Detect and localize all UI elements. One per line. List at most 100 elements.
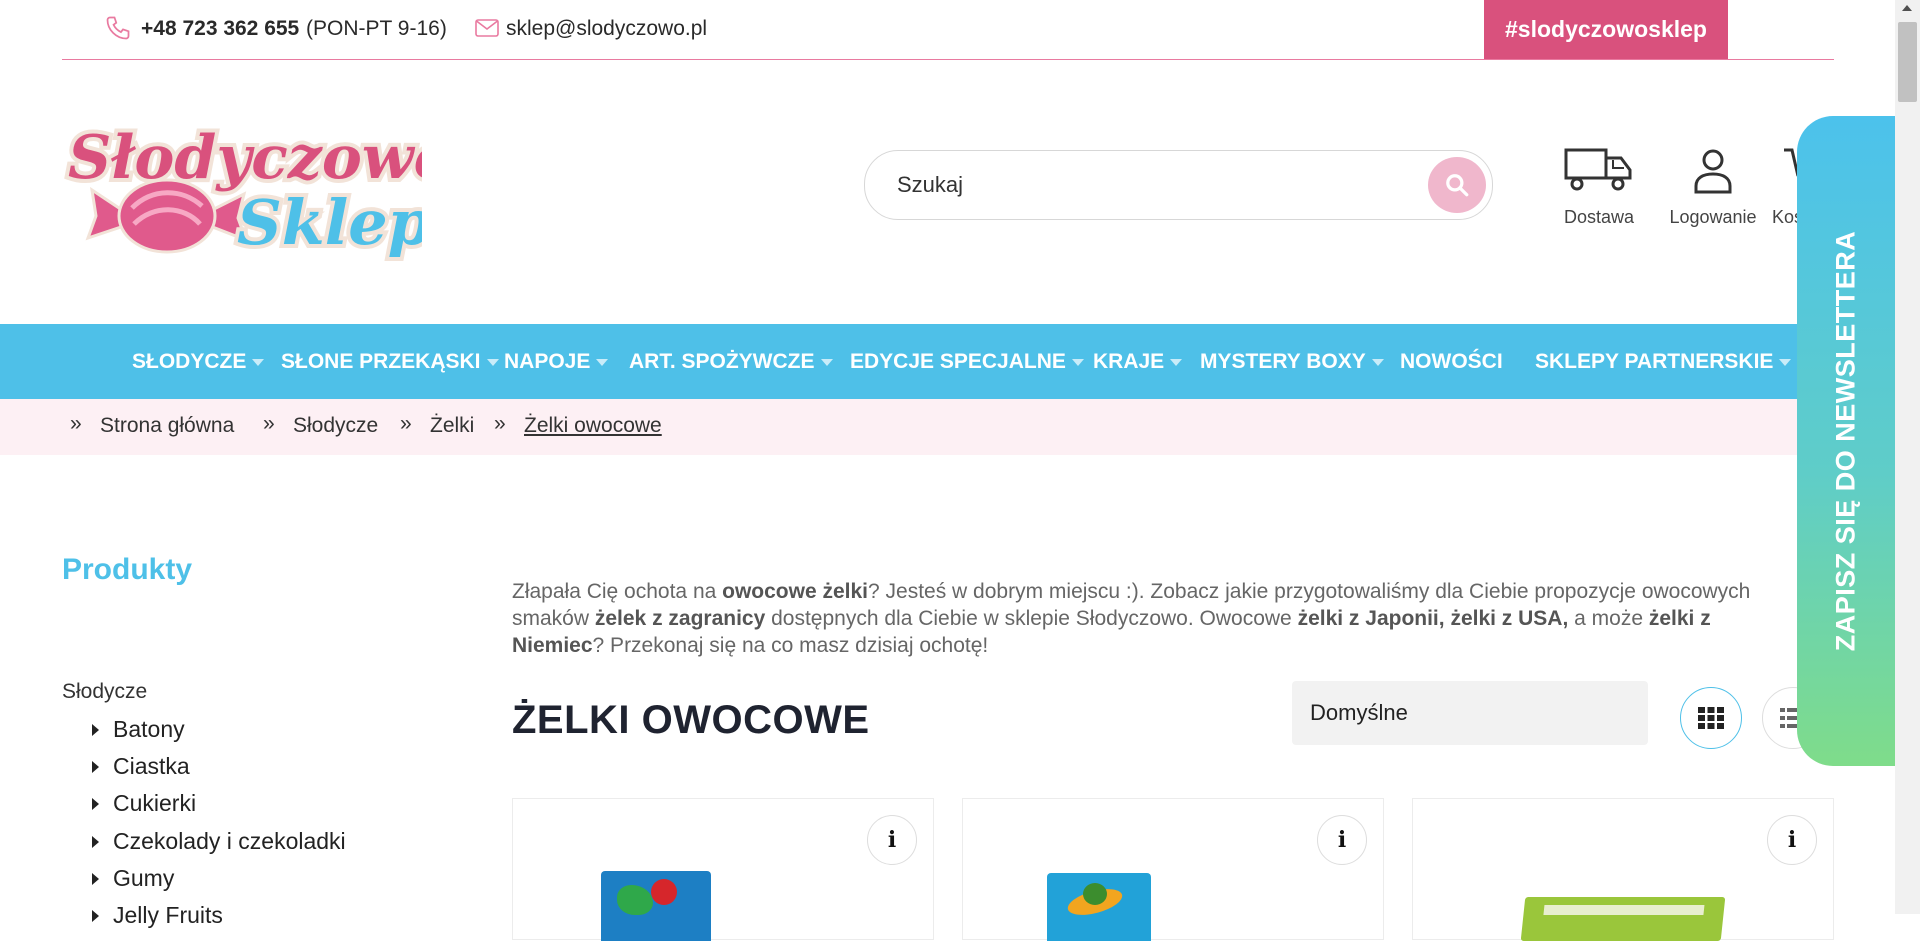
page-title: ŻELKI OWOCOWE xyxy=(512,698,870,742)
caret-right-icon xyxy=(92,797,99,810)
login-label: Logowanie xyxy=(1669,207,1757,227)
chevron-down-icon xyxy=(1071,359,1084,366)
chevron-down-icon xyxy=(252,359,265,366)
nav-item-slodycze[interactable]: SŁODYCZE xyxy=(132,324,265,399)
mail-icon xyxy=(475,19,499,37)
chevron-down-icon xyxy=(820,359,833,366)
breadcrumb-item-slodycze[interactable]: Słodycze xyxy=(293,414,378,438)
breadcrumb-separator: » xyxy=(494,412,506,435)
search-icon xyxy=(1446,174,1469,197)
truck-icon xyxy=(1564,148,1632,191)
nav-label: EDYCJE SPECJALNE xyxy=(850,349,1066,373)
sidebar-item-batony[interactable]: Batony xyxy=(92,716,185,743)
grid-view-button[interactable] xyxy=(1680,687,1742,749)
caret-right-icon xyxy=(92,835,99,848)
chevron-down-icon xyxy=(1170,359,1183,366)
grid-icon xyxy=(1698,707,1724,729)
nav-item-edycje-specjalne[interactable]: EDYCJE SPECJALNE xyxy=(850,324,1084,399)
product-card[interactable]: i xyxy=(962,798,1384,941)
product-image[interactable] xyxy=(1047,873,1151,941)
nav-label: NAPOJE xyxy=(504,349,591,373)
newsletter-label: ZAPISZ SIĘ DO NEWSLETTERA xyxy=(1830,230,1861,652)
category-description: Złapała Cię ochota na owocowe żelki? Jes… xyxy=(512,578,1802,659)
nav-label: ART. SPOŻYWCZE xyxy=(629,349,815,373)
scrollbar[interactable] xyxy=(1895,0,1920,914)
breadcrumb-separator: » xyxy=(263,412,275,435)
login-link[interactable]: Logowanie xyxy=(1660,146,1766,228)
sidebar-item-cukierki[interactable]: Cukierki xyxy=(92,790,196,817)
nav-item-kraje[interactable]: KRAJE xyxy=(1093,324,1183,399)
sidebar-root-category[interactable]: Słodycze xyxy=(62,680,147,704)
nav-label: SŁONE PRZEKĄSKI xyxy=(281,349,481,373)
breadcrumb-item-zelki[interactable]: Żelki xyxy=(430,414,474,438)
chevron-down-icon xyxy=(1779,359,1792,366)
product-card[interactable]: i xyxy=(512,798,934,941)
caret-right-icon xyxy=(92,760,99,773)
nav-item-nowosci[interactable]: NOWOŚCI xyxy=(1400,324,1503,399)
chevron-down-icon xyxy=(1371,359,1384,366)
main-nav: SŁODYCZE SŁONE PRZEKĄSKI NAPOJE ART. SPO… xyxy=(0,324,1920,399)
sidebar-item-label: Cukierki xyxy=(113,790,197,816)
newsletter-tab[interactable]: ZAPISZ SIĘ DO NEWSLETTERA xyxy=(1797,116,1895,766)
info-button[interactable]: i xyxy=(1317,815,1367,865)
nav-label: SKLEPY PARTNERSKIE xyxy=(1535,349,1774,373)
svg-text:Słodyczowo: Słodyczowo xyxy=(68,123,422,193)
nav-label: NOWOŚCI xyxy=(1400,349,1503,373)
nav-label: MYSTERY BOXY xyxy=(1200,349,1366,373)
sidebar-item-label: Jelly Fruits xyxy=(113,902,223,928)
breadcrumb-item-home[interactable]: Strona główna xyxy=(100,414,234,438)
hashtag-badge[interactable]: #slodyczowosklep xyxy=(1484,0,1728,59)
description-text: Złapała Cię ochota na xyxy=(512,580,723,603)
nav-item-sklepy-partnerskie[interactable]: SKLEPY PARTNERSKIE xyxy=(1535,324,1792,399)
caret-right-icon xyxy=(92,909,99,922)
chevron-down-icon xyxy=(486,359,499,366)
nav-label: KRAJE xyxy=(1093,349,1165,373)
email-link[interactable]: sklep@slodyczowo.pl xyxy=(506,17,707,41)
opening-hours: (PON-PT 9-16) xyxy=(306,17,447,40)
sidebar-item-gumy[interactable]: Gumy xyxy=(92,865,174,892)
search-button[interactable] xyxy=(1428,157,1486,213)
caret-right-icon xyxy=(92,723,99,736)
info-button[interactable]: i xyxy=(867,815,917,865)
scroll-up-arrow-icon[interactable] xyxy=(1902,5,1912,11)
description-bold: żelki z Japonii, żelki z USA, xyxy=(1297,607,1569,630)
site-logo[interactable]: Słodyczowo Słodyczowo Sklep Sklep xyxy=(62,98,458,270)
search-box xyxy=(864,150,1493,220)
sidebar-item-label: Batony xyxy=(113,716,185,742)
sidebar-item-jelly-fruits[interactable]: Jelly Fruits xyxy=(92,902,223,929)
svg-text:Sklep: Sklep xyxy=(237,186,422,259)
product-image[interactable] xyxy=(601,871,711,941)
description-bold: owocowe żelki xyxy=(722,580,869,603)
nav-item-mystery-boxy[interactable]: MYSTERY BOXY xyxy=(1200,324,1384,399)
description-text: ? Przekonaj się na co masz dzisiaj ochot… xyxy=(592,634,989,657)
delivery-label: Dostawa xyxy=(1563,207,1635,227)
product-card[interactable]: i xyxy=(1412,798,1834,941)
info-button[interactable]: i xyxy=(1767,815,1817,865)
description-text: a może xyxy=(1568,607,1649,630)
user-icon xyxy=(1694,149,1732,194)
scrollbar-thumb[interactable] xyxy=(1898,22,1917,102)
sort-select[interactable]: Domyślne xyxy=(1292,681,1648,745)
sidebar-item-ciastka[interactable]: Ciastka xyxy=(92,753,190,780)
nav-label: SŁODYCZE xyxy=(132,349,247,373)
breadcrumb-separator: » xyxy=(70,412,82,435)
description-bold: żelek z zagranicy xyxy=(594,607,766,630)
nav-item-art-spozywcze[interactable]: ART. SPOŻYWCZE xyxy=(629,324,833,399)
chevron-down-icon xyxy=(596,359,609,366)
breadcrumb-item-current[interactable]: Żelki owocowe xyxy=(524,414,662,438)
nav-item-slone-przekaski[interactable]: SŁONE PRZEKĄSKI xyxy=(281,324,499,399)
phone-icon xyxy=(106,16,130,40)
product-image[interactable] xyxy=(1520,897,1726,941)
breadcrumb: » Strona główna » Słodycze » Żelki » Żel… xyxy=(0,399,1920,455)
search-input[interactable] xyxy=(895,151,1399,219)
sidebar-item-label: Czekolady i czekoladki xyxy=(113,828,346,854)
description-text: dostępnych dla Ciebie w sklepie Słodyczo… xyxy=(765,607,1298,630)
caret-right-icon xyxy=(92,872,99,885)
nav-item-napoje[interactable]: NAPOJE xyxy=(504,324,609,399)
sidebar-item-czekolady[interactable]: Czekolady i czekoladki xyxy=(92,828,346,855)
sidebar-item-label: Gumy xyxy=(113,865,175,891)
sidebar-item-label: Ciastka xyxy=(113,753,190,779)
delivery-link[interactable]: Dostawa xyxy=(1554,146,1644,228)
phone-number[interactable]: +48 723 362 655 xyxy=(141,17,299,41)
breadcrumb-separator: » xyxy=(400,412,412,435)
